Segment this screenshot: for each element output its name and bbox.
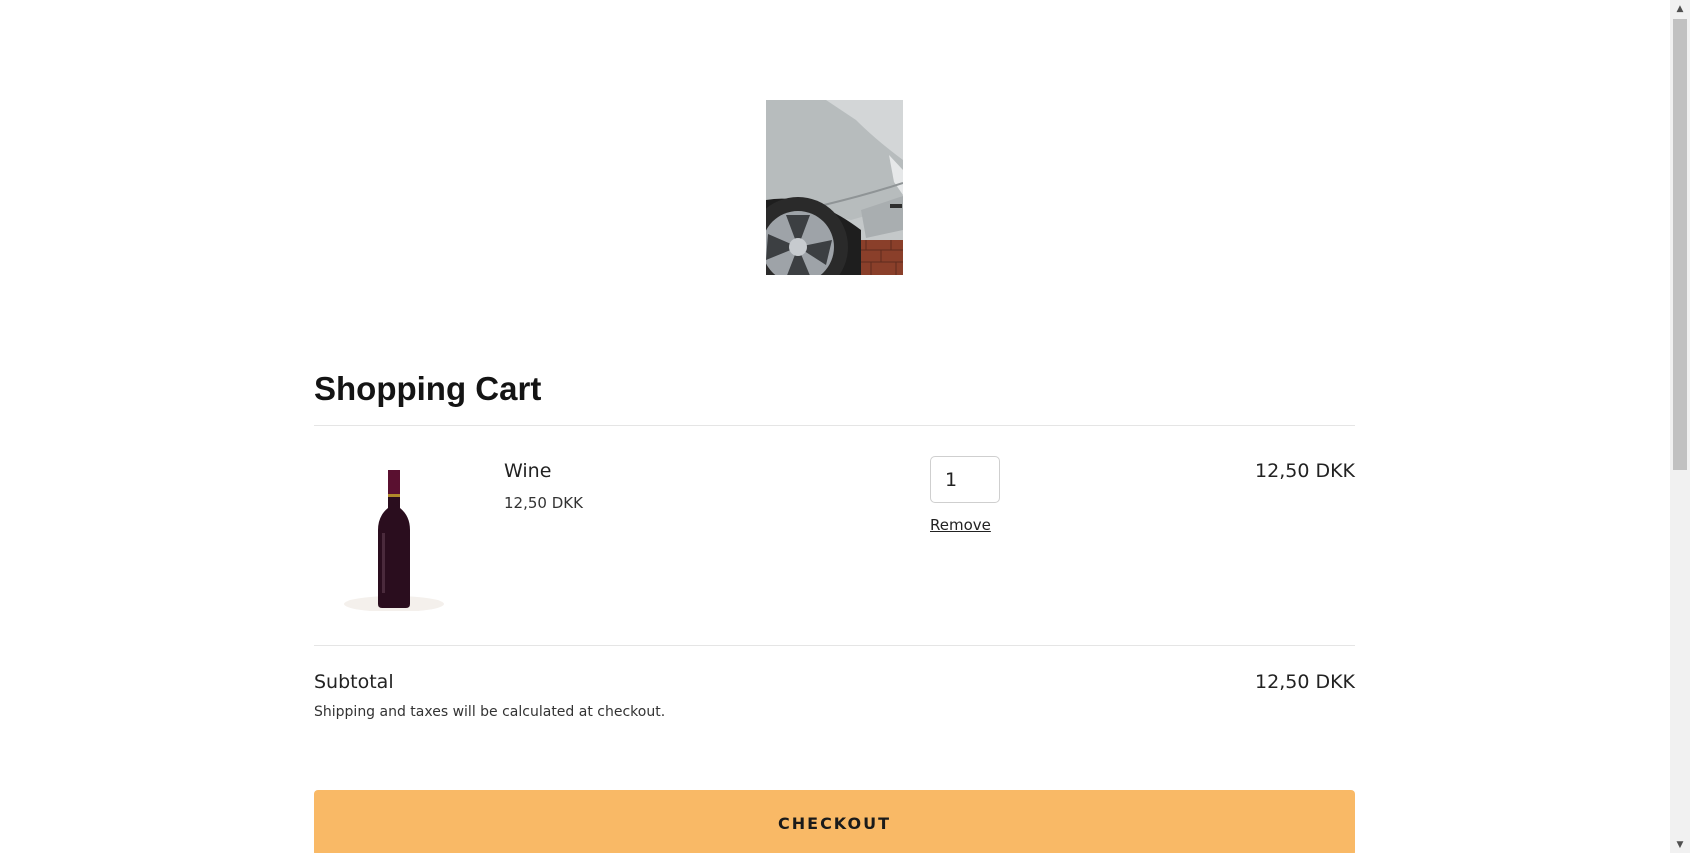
wine-bottle-image[interactable] [342, 458, 446, 611]
shipping-note: Shipping and taxes will be calculated at… [314, 704, 666, 720]
page-title: Shopping Cart [314, 370, 542, 407]
subtotal-block: Subtotal 12,50 DKK Shipping and taxes wi… [314, 646, 1355, 786]
page: Shopping Cart Wine 12,50 DKK Remo [0, 0, 1690, 853]
scroll-down-icon[interactable]: ▼ [1670, 836, 1690, 853]
subtotal-label: Subtotal [314, 671, 394, 693]
checkout-button[interactable]: CHECKOUT [314, 790, 1355, 853]
scroll-up-icon[interactable]: ▲ [1670, 0, 1690, 17]
car-photo [766, 100, 903, 275]
scrollbar-thumb[interactable] [1673, 19, 1687, 470]
cart-item-row: Wine 12,50 DKK Remove 12,50 DKK [314, 426, 1355, 645]
remove-link[interactable]: Remove [930, 516, 991, 534]
line-total: 12,50 DKK [1255, 460, 1355, 482]
scrollbar[interactable]: ▲ ▼ [1670, 0, 1690, 853]
cart-section: Shopping Cart Wine 12,50 DKK Remo [314, 340, 1355, 786]
quantity-input[interactable] [930, 456, 1000, 503]
wine-bottle-icon [342, 458, 446, 611]
product-unit-price: 12,50 DKK [504, 494, 583, 512]
product-name[interactable]: Wine [504, 460, 551, 482]
subtotal-value: 12,50 DKK [1255, 671, 1355, 693]
hero-image [766, 100, 903, 275]
